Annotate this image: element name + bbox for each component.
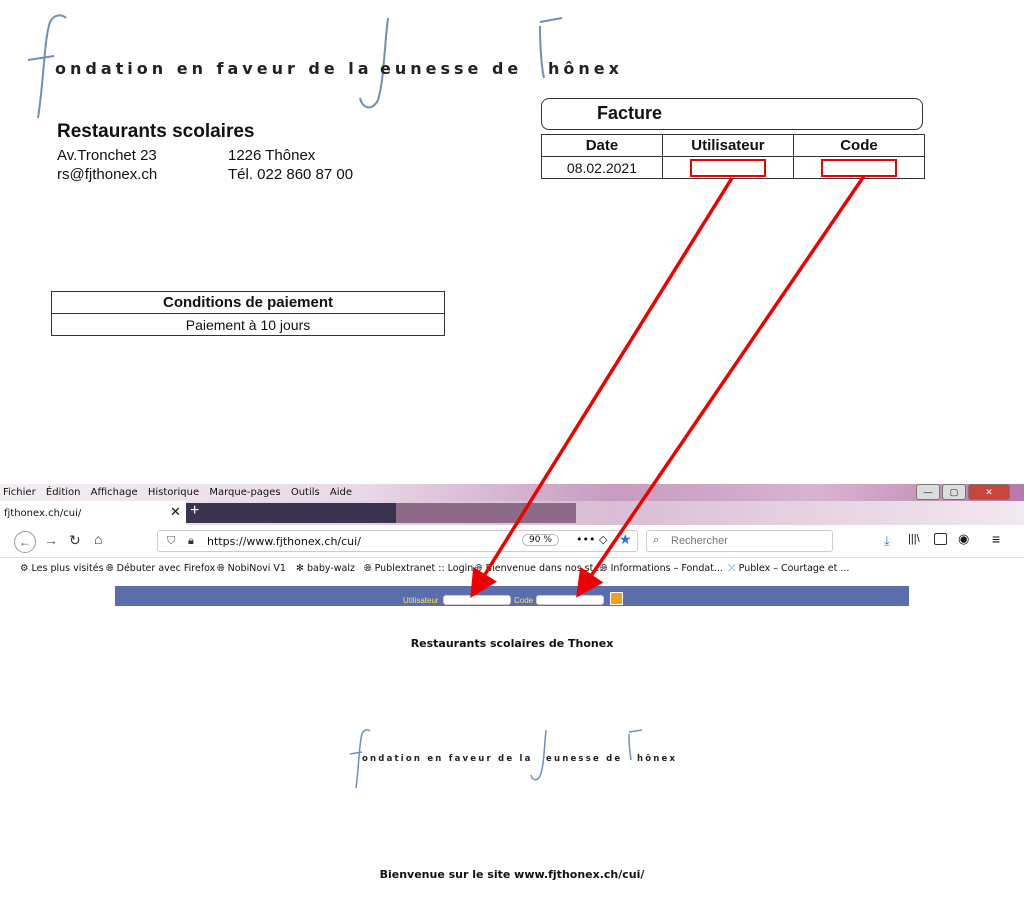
bookmarks-bar: ⚙ Les plus visités 🌐︎ Débuter avec Firef… [0, 558, 1024, 580]
url-text: https://www.fjthonex.ch/cui/ [207, 535, 361, 548]
search-input[interactable]: ⌕ Rechercher [646, 530, 833, 552]
sidebar-icon[interactable] [934, 533, 947, 545]
bookmark-informations[interactable]: 🌐︎ Informations – Fondat... [600, 563, 723, 574]
bookmark-publextranet[interactable]: 🌐︎ Publextranet :: Login [364, 563, 473, 574]
bookmark-most-visited[interactable]: ⚙ Les plus visités [20, 563, 104, 574]
back-icon[interactable]: ← [14, 531, 36, 553]
maximize-button[interactable]: ▢ [942, 484, 966, 500]
login-bar: Utilisateur Code [115, 586, 909, 606]
conditions-value: Paiement à 10 jours [51, 313, 445, 336]
bookmark-nobinovi[interactable]: 🌐︎ NobiNovi V1 [217, 563, 286, 574]
menu-edit[interactable]: Édition [46, 487, 81, 498]
menu-view[interactable]: Affichage [91, 487, 138, 498]
bookmark-firefox[interactable]: 🌐︎ Débuter avec Firefox [106, 563, 215, 574]
shield-icon[interactable]: ⛉ [167, 534, 175, 548]
close-window-button[interactable]: ✕ [968, 484, 1010, 500]
email: rs@fjthonex.ch [57, 166, 158, 183]
bookmark-star-icon[interactable]: ★ [619, 532, 632, 548]
tab-active[interactable]: fjthonex.ch/cui/ ✕ [0, 501, 186, 526]
code-highlight-box [820, 158, 897, 177]
lock-icon: 🔒︎ [188, 534, 194, 547]
user-label: Utilisateur [403, 596, 439, 605]
street: Av.Tronchet 23 [57, 147, 157, 164]
site-logo-part3: hônex [637, 754, 678, 764]
phone: Tél. 022 860 87 00 [228, 166, 354, 183]
tab-blurred-1[interactable] [186, 503, 396, 523]
search-icon: ⌕ [653, 534, 660, 546]
login-submit-button[interactable] [610, 592, 623, 605]
logo-text-part2: eunesse de [380, 59, 523, 78]
invoice-date: 08.02.2021 [541, 156, 663, 179]
user-cell [661, 156, 794, 179]
payment-conditions-table: Conditions de paiement Paiement à 10 jou… [51, 291, 445, 336]
zoom-badge[interactable]: 90 % [522, 534, 559, 546]
code-input[interactable] [536, 595, 604, 605]
site-logo-part2: eunesse de [546, 754, 623, 764]
col-user: Utilisateur [661, 134, 794, 157]
url-bar[interactable]: ⛉ 🔒︎ https://www.fjthonex.ch/cui/ 90 % •… [157, 530, 638, 552]
menu-bar: Fichier Édition Affichage Historique Mar… [0, 484, 1024, 501]
code-label: Code [514, 596, 534, 605]
user-input[interactable] [443, 595, 511, 605]
tab-active-label: fjthonex.ch/cui/ [4, 508, 82, 519]
col-code: Code [792, 134, 926, 157]
bookmark-bienvenue[interactable]: 🌐︎ Bienvenue dans nos st... [475, 563, 602, 574]
user-highlight-box [689, 158, 766, 177]
library-icon[interactable]: |||\ [908, 533, 920, 545]
search-placeholder: Rechercher [671, 535, 728, 547]
city: 1226 Thônex [228, 147, 316, 164]
col-date: Date [541, 134, 663, 157]
menu-file[interactable]: Fichier [3, 487, 36, 498]
menu-help[interactable]: Aide [330, 487, 352, 498]
tab-blurred-2[interactable] [396, 503, 576, 523]
menu-tools[interactable]: Outils [291, 487, 320, 498]
pocket-icon[interactable]: ◇ [599, 533, 607, 546]
code-cell [792, 156, 926, 179]
home-icon[interactable]: ⌂ [94, 531, 102, 547]
menu-bookmarks[interactable]: Marque-pages [209, 487, 280, 498]
logo-text-part1: ondation en faveur de la [55, 59, 373, 78]
page-actions-icon[interactable]: ••• [576, 533, 595, 546]
conditions-header: Conditions de paiement [51, 291, 445, 314]
org-name: Restaurants scolaires [57, 121, 255, 142]
logo-text-part3: hônex [548, 59, 623, 78]
site-title: Restaurants scolaires de Thonex [410, 637, 614, 650]
menu-history[interactable]: Historique [148, 487, 199, 498]
invoice-title: Facture [597, 103, 663, 123]
site-logo-part1: ondation en faveur de la [362, 754, 533, 764]
window-controls: — ▢ ✕ [916, 484, 1010, 500]
new-tab-icon[interactable]: + [190, 502, 199, 520]
bookmark-publex[interactable]: ⤫ Publex – Courtage et ... [728, 563, 849, 574]
minimize-button[interactable]: — [916, 484, 940, 500]
menu-hamburger-icon[interactable]: ≡ [992, 531, 1000, 547]
invoice-table: Date Utilisateur Code 08.02.2021 [541, 134, 926, 179]
invoice-title-box: Facture [541, 98, 923, 130]
reload-icon[interactable]: ↻ [69, 532, 81, 549]
forward-icon[interactable]: → [44, 532, 58, 548]
bookmark-babywalz[interactable]: ✻ baby-walz [296, 563, 355, 574]
close-tab-icon[interactable]: ✕ [170, 505, 181, 520]
welcome-text: Bienvenue sur le site www.fjthonex.ch/cu… [379, 868, 645, 881]
download-icon[interactable]: ⤓ [884, 533, 890, 549]
account-icon[interactable]: ◉ [958, 531, 969, 547]
